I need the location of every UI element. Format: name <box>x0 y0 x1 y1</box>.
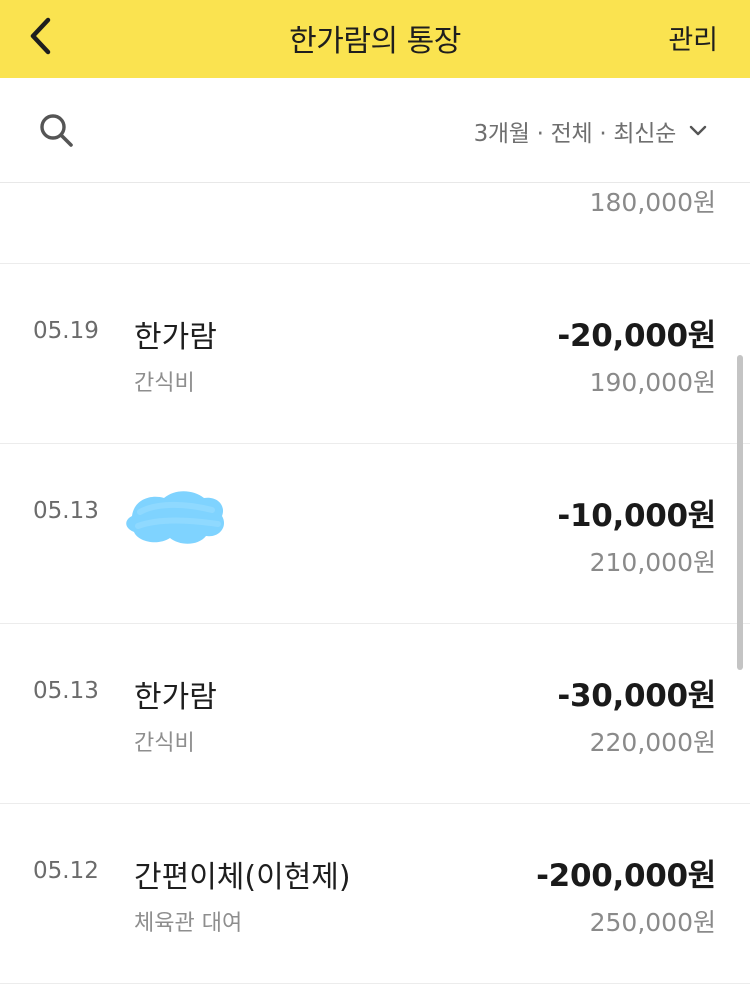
manage-button[interactable]: 관리 <box>668 18 718 57</box>
counterparty-name: 한가람 <box>134 680 217 715</box>
date-text: 05.13 <box>33 678 99 704</box>
amount-text: -10,000원 <box>557 498 716 534</box>
list-item[interactable]: 05.12 간편이체(이현제) 체육관 대여 -200,000원 250,000… <box>0 804 750 984</box>
list-item[interactable]: 05.13 -10,000원 210,000원 <box>0 444 750 624</box>
transaction-list: 180,000원 05.19 한가람 간식비 -20,000원 190,000원… <box>0 183 750 984</box>
amount-text: -30,000원 <box>557 678 716 714</box>
list-item[interactable]: 180,000원 <box>0 183 750 264</box>
balance-text: 220,000원 <box>589 728 716 757</box>
page-title: 한가람의 통장 <box>289 24 461 59</box>
redacted-name-scribble <box>126 491 225 544</box>
date-text: 05.13 <box>33 498 99 524</box>
search-icon[interactable] <box>38 112 76 150</box>
balance-text: 190,000원 <box>589 368 716 397</box>
balance-text: 210,000원 <box>589 548 716 577</box>
scrollbar[interactable] <box>737 355 743 670</box>
amount-text: -200,000원 <box>536 858 716 894</box>
app-header: 한가람의 통장 관리 <box>0 0 750 78</box>
date-text: 05.12 <box>33 858 99 884</box>
list-item[interactable]: 05.19 한가람 간식비 -20,000원 190,000원 <box>0 264 750 444</box>
filter-dropdown[interactable]: 3개월 · 전체 · 최신순 <box>474 114 708 148</box>
balance-text: 180,000원 <box>589 188 716 217</box>
list-item[interactable]: 05.13 한가람 간식비 -30,000원 220,000원 <box>0 624 750 804</box>
filter-toolbar: 3개월 · 전체 · 최신순 <box>0 78 750 183</box>
memo-text: 간식비 <box>134 371 195 396</box>
memo-text: 간식비 <box>134 731 195 756</box>
counterparty-name: 한가람 <box>134 320 217 355</box>
filter-label: 3개월 · 전체 · 최신순 <box>473 121 677 147</box>
memo-text: 체육관 대여 <box>134 911 243 936</box>
balance-text: 250,000원 <box>589 908 716 937</box>
counterparty-name: 간편이체(이현제) <box>134 860 351 895</box>
date-text: 05.19 <box>33 318 99 344</box>
chevron-down-icon <box>689 125 707 136</box>
amount-text: -20,000원 <box>557 318 716 354</box>
